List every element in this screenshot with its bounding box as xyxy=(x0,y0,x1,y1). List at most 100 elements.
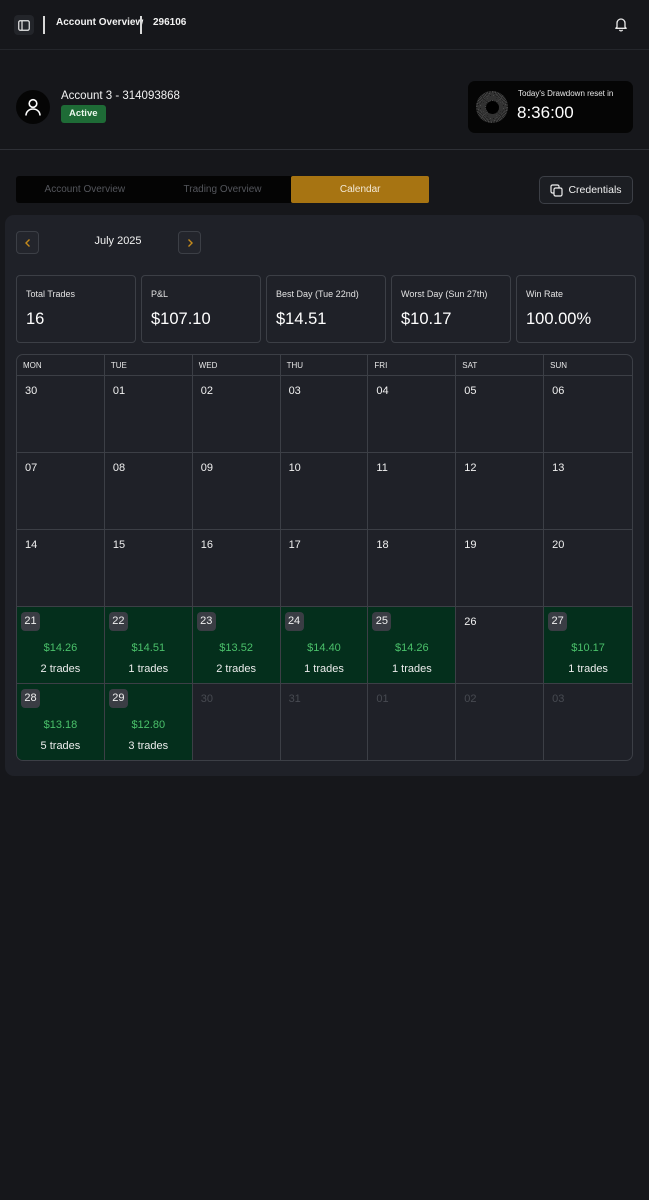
drawdown-reset-card: Today's Drawdown reset in 8:36:00 xyxy=(468,81,633,133)
calendar-day[interactable]: 19 xyxy=(456,530,545,607)
day-number: 02 xyxy=(200,385,213,397)
day-number: 15 xyxy=(112,539,126,551)
stat-card: Worst Day (Sun 27th) $10.17 xyxy=(391,275,511,343)
reset-time: 8:36:00 xyxy=(517,103,574,122)
day-number: 16 xyxy=(200,539,213,551)
day-trades: 1 trades xyxy=(568,663,608,675)
status-badge: Active xyxy=(61,105,106,123)
calendar-day[interactable]: 30 xyxy=(17,376,105,453)
day-number: 28 xyxy=(21,689,40,708)
calendar-day[interactable]: 21 $14.26 2 trades xyxy=(17,607,105,684)
day-number: 25 xyxy=(372,612,392,631)
month-label: July 2025 xyxy=(94,235,142,247)
calendar-day[interactable]: 20 xyxy=(544,530,632,607)
stat-card: Win Rate 100.00% xyxy=(516,275,636,343)
section-divider xyxy=(0,149,649,150)
weekday-label: TUE xyxy=(105,355,193,375)
calendar-day[interactable]: 10 xyxy=(280,453,369,530)
day-number: 02 xyxy=(464,693,477,705)
calendar-day[interactable]: 30 xyxy=(193,684,281,760)
calendar-day[interactable]: 16 xyxy=(192,530,281,607)
day-number: 09 xyxy=(200,462,213,474)
stat-value: 16 xyxy=(26,310,45,328)
calendar-day[interactable]: 13 xyxy=(544,453,632,530)
day-pnl: $13.52 xyxy=(219,642,253,654)
account-name: Account 3 - 314093868 xyxy=(61,90,180,102)
day-number: 05 xyxy=(464,385,477,397)
stat-label: P&L xyxy=(151,289,169,299)
calendar-day[interactable]: 27 $10.17 1 trades xyxy=(544,607,632,684)
day-cells: 30 01 02 03 04 05 06 07 08 09 10 11 12 13 14 15 16 17 18 19… xyxy=(17,376,632,760)
header-divider xyxy=(43,16,45,34)
tab-bar: Account Overview Trading Overview Calend… xyxy=(16,176,430,203)
day-trades: 5 trades xyxy=(40,740,81,752)
calendar-day[interactable]: 07 xyxy=(17,453,105,530)
stat-value: $10.17 xyxy=(401,310,452,328)
calendar-day[interactable]: 05 xyxy=(456,376,545,453)
calendar-day[interactable]: 03 xyxy=(544,684,632,760)
weekday-header: MON TUE WED THU FRI SAT SUN xyxy=(17,355,632,376)
stat-value: 100.00% xyxy=(526,310,592,328)
sidebar-toggle-icon[interactable] xyxy=(14,15,34,35)
calendar-day[interactable]: 31 xyxy=(281,684,369,760)
calendar-day[interactable]: 14 xyxy=(17,530,105,607)
next-month-button[interactable] xyxy=(178,231,201,254)
calendar-day[interactable]: 09 xyxy=(192,453,281,530)
calendar-day[interactable]: 08 xyxy=(104,453,193,530)
calendar-day[interactable]: 22 $14.51 1 trades xyxy=(104,607,193,684)
reset-label: Today's Drawdown reset in xyxy=(518,89,614,98)
prev-month-button[interactable] xyxy=(16,231,39,254)
calendar-day[interactable]: 18 xyxy=(368,530,457,607)
day-number: 03 xyxy=(552,693,565,705)
calendar-day[interactable]: 11 xyxy=(368,453,457,530)
day-number: 30 xyxy=(200,693,213,705)
calendar-day[interactable]: 28 $13.18 5 trades xyxy=(17,684,105,760)
chevron-right-icon xyxy=(187,238,193,247)
day-number: 27 xyxy=(548,612,568,631)
day-number: 19 xyxy=(464,539,477,551)
calendar-day[interactable]: 12 xyxy=(456,453,545,530)
credentials-button[interactable]: Credentials xyxy=(539,176,633,204)
calendar-day[interactable]: 01 xyxy=(104,376,193,453)
day-number: 04 xyxy=(376,385,389,397)
page-title: Account Overview xyxy=(56,17,144,28)
calendar-day[interactable]: 02 xyxy=(192,376,281,453)
day-number: 17 xyxy=(288,539,301,551)
calendar-day[interactable]: 03 xyxy=(280,376,369,453)
weekday-label: SAT xyxy=(456,355,545,375)
bell-icon[interactable] xyxy=(613,16,629,32)
calendar-day[interactable]: 29 $12.80 3 trades xyxy=(104,684,193,760)
timer-dial-icon xyxy=(476,91,508,123)
day-number: 08 xyxy=(112,462,126,474)
calendar-day[interactable]: 25 $14.26 1 trades xyxy=(368,607,457,684)
day-trades: 2 trades xyxy=(40,663,81,675)
day-number: 31 xyxy=(288,693,301,705)
day-number: 20 xyxy=(552,539,565,551)
calendar-day[interactable]: 06 xyxy=(544,376,632,453)
day-number: 03 xyxy=(288,385,301,397)
stat-label: Best Day (Tue 22nd) xyxy=(276,289,359,299)
day-pnl: $12.80 xyxy=(131,719,166,731)
day-number: 10 xyxy=(288,462,301,474)
day-trades: 2 trades xyxy=(216,663,256,675)
calendar-day[interactable]: 02 xyxy=(456,684,545,760)
tab-calendar[interactable]: Calendar xyxy=(291,176,430,203)
day-number: 07 xyxy=(25,462,38,474)
calendar-day[interactable]: 15 xyxy=(104,530,193,607)
stat-card: P&L $107.10 xyxy=(141,275,261,343)
stat-label: Win Rate xyxy=(526,289,564,299)
day-number: 24 xyxy=(284,612,304,631)
tab-account-overview[interactable]: Account Overview xyxy=(16,176,154,203)
calendar-day[interactable]: 23 $13.52 2 trades xyxy=(192,607,281,684)
weekday-label: WED xyxy=(193,355,281,375)
weekday-label: MON xyxy=(17,355,105,375)
calendar-day[interactable]: 24 $14.40 1 trades xyxy=(280,607,369,684)
calendar-day[interactable]: 04 xyxy=(368,376,457,453)
account-id: 296106 xyxy=(153,17,187,28)
calendar-day[interactable]: 01 xyxy=(368,684,457,760)
tab-trading-overview[interactable]: Trading Overview xyxy=(154,176,292,203)
day-trades: 1 trades xyxy=(128,663,169,675)
stat-label: Worst Day (Sun 27th) xyxy=(401,289,488,299)
calendar-day[interactable]: 26 xyxy=(456,607,545,684)
calendar-day[interactable]: 17 xyxy=(280,530,369,607)
